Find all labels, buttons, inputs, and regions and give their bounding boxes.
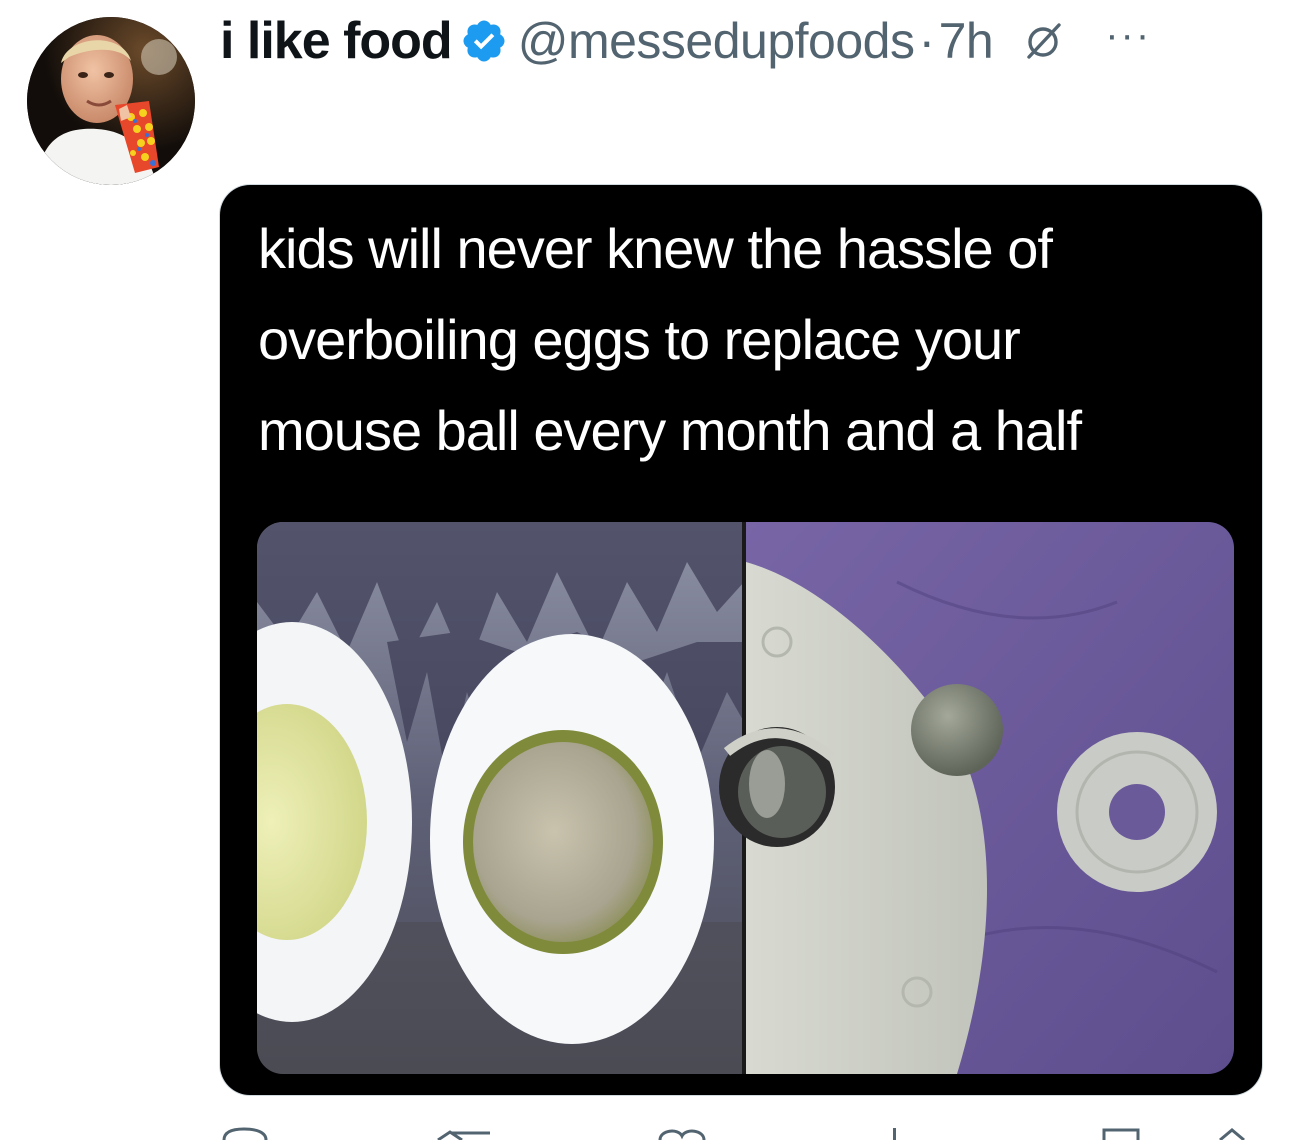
- avatar-image: [27, 17, 195, 185]
- views-icon[interactable]: [893, 1128, 896, 1140]
- tweet-header: i like food @messedupfoods · 7h ···: [220, 8, 1262, 74]
- tweet-timestamp[interactable]: 7h: [939, 12, 994, 70]
- tweet-media[interactable]: kids will never knew the hassle of overb…: [220, 185, 1262, 1095]
- tweet-action-bar: [220, 1120, 1262, 1140]
- author-handle[interactable]: @messedupfoods: [518, 12, 915, 70]
- meme-caption: kids will never knew the hassle of overb…: [258, 203, 1218, 476]
- author-display-name[interactable]: i like food: [220, 11, 453, 71]
- meme-caption-line: overboiling eggs to replace your: [258, 308, 1021, 371]
- header-separator: ·: [918, 13, 935, 69]
- like-icon[interactable]: [658, 1129, 706, 1140]
- share-icon[interactable]: [1219, 1128, 1245, 1140]
- grok-icon[interactable]: [1021, 19, 1065, 63]
- meme-photo-collage: [257, 522, 1234, 1074]
- reply-icon[interactable]: [222, 1127, 268, 1140]
- meme-caption-line: mouse ball every month and a half: [258, 399, 1082, 462]
- more-options-icon[interactable]: ···: [1105, 15, 1151, 55]
- author-avatar[interactable]: [27, 17, 195, 185]
- retweet-icon[interactable]: [437, 1130, 490, 1140]
- meme-caption-line: kids will never knew the hassle of: [258, 217, 1053, 280]
- bookmark-icon[interactable]: [1102, 1128, 1140, 1140]
- verified-badge-icon[interactable]: [460, 17, 508, 65]
